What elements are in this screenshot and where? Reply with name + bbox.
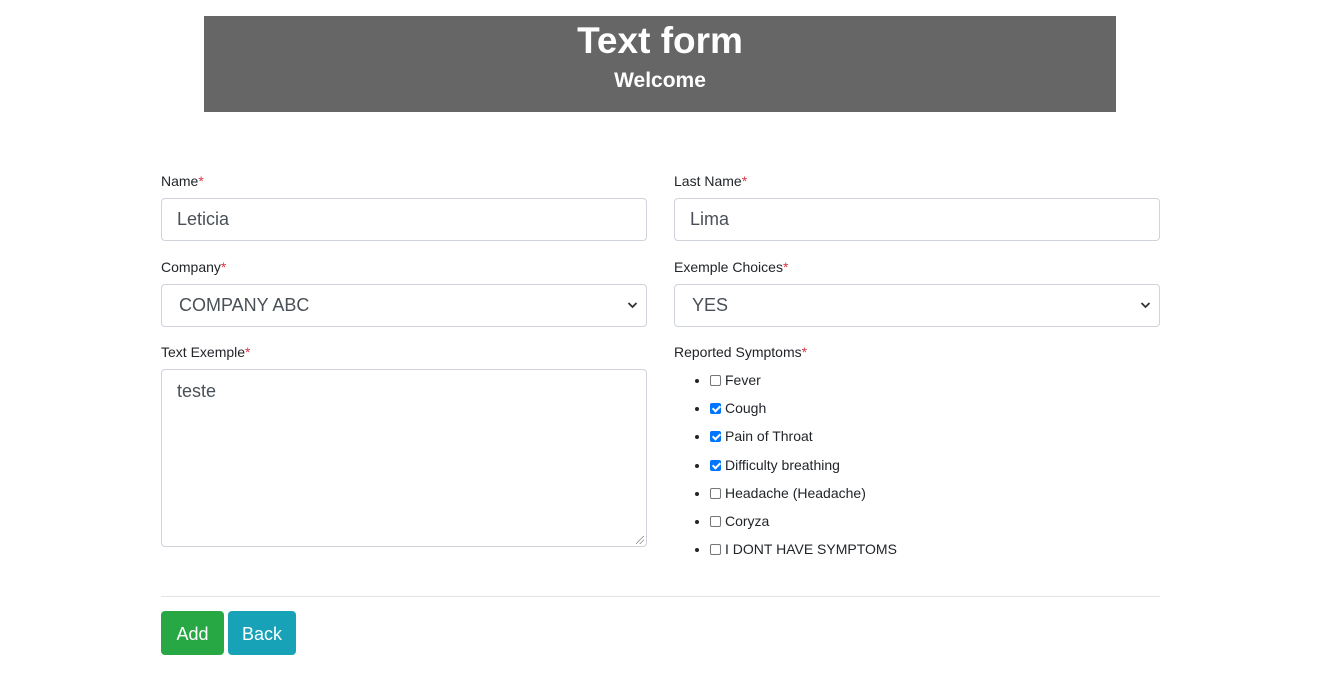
symptoms-field-group: Reported Symptoms* Fever Cough Pain of T… xyxy=(674,343,1160,565)
symptom-item-coryza: Coryza xyxy=(710,509,1160,537)
form-divider xyxy=(161,596,1160,597)
symptom-label: Coryza xyxy=(725,512,770,529)
symptom-checkbox[interactable] xyxy=(710,544,721,556)
last-name-label: Last Name* xyxy=(674,173,748,189)
exemple-choices-label: Exemple Choices* xyxy=(674,259,789,275)
page-title: Text form xyxy=(577,20,743,61)
symptom-label: Headache (Headache) xyxy=(725,484,866,501)
symptom-label: Pain of Throat xyxy=(725,428,813,445)
name-label: Name* xyxy=(161,173,204,189)
exemple-choices-field-group: Exemple Choices* YES xyxy=(674,258,1160,327)
text-exemple-value: teste xyxy=(177,381,217,401)
symptom-checkbox[interactable] xyxy=(710,515,721,527)
required-marker: * xyxy=(801,344,808,360)
symptom-checkbox[interactable] xyxy=(710,459,721,471)
required-marker: * xyxy=(245,344,251,360)
required-marker: * xyxy=(782,259,789,275)
text-exemple-label: Text Exemple* xyxy=(161,344,251,360)
last-name-input[interactable]: Lima xyxy=(674,198,1160,241)
symptom-label: Fever xyxy=(725,372,761,388)
required-marker: * xyxy=(198,173,204,189)
company-select[interactable]: COMPANY ABC xyxy=(161,284,647,327)
company-label: Company* xyxy=(161,259,227,275)
symptom-checkbox[interactable] xyxy=(710,431,721,443)
company-field-group: Company* COMPANY ABC xyxy=(161,258,647,327)
symptom-item-cough: Cough xyxy=(710,396,1160,424)
symptoms-list: Fever Cough Pain of Throat Difficulty br… xyxy=(674,368,1160,565)
page-subtitle: Welcome xyxy=(614,69,706,92)
symptom-label: Difficulty breathing xyxy=(725,456,840,473)
required-marker: * xyxy=(741,173,748,189)
exemple-choices-selected-value: YES xyxy=(692,295,729,315)
symptom-checkbox[interactable] xyxy=(710,487,721,499)
symptom-item-pain-of-throat: Pain of Throat xyxy=(710,424,1160,452)
name-field-group: Name* Leticia xyxy=(161,172,647,241)
exemple-choices-select[interactable]: YES xyxy=(674,284,1160,327)
resize-grip-icon[interactable] xyxy=(636,536,644,544)
symptom-checkbox[interactable] xyxy=(710,403,721,415)
symptom-item-fever: Fever xyxy=(710,368,1160,396)
chevron-down-icon xyxy=(1140,285,1151,344)
company-selected-value: COMPANY ABC xyxy=(179,295,310,315)
symptom-label: I DONT HAVE SYMPTOMS xyxy=(725,541,897,558)
page-header: Text form Welcome xyxy=(204,16,1116,112)
symptom-item-no-symptoms: I DONT HAVE SYMPTOMS xyxy=(710,537,1160,565)
symptoms-label: Reported Symptoms* xyxy=(674,344,808,360)
add-button[interactable]: Add xyxy=(161,611,224,655)
back-button[interactable]: Back xyxy=(228,611,296,655)
symptom-item-headache: Headache (Headache) xyxy=(710,481,1160,509)
chevron-down-icon xyxy=(627,285,638,344)
name-input[interactable]: Leticia xyxy=(161,198,647,241)
text-exemple-textarea[interactable]: teste xyxy=(161,369,647,547)
symptom-item-difficulty-breathing: Difficulty breathing xyxy=(710,453,1160,481)
symptom-checkbox[interactable] xyxy=(710,375,721,386)
last-name-field-group: Last Name* Lima xyxy=(674,172,1160,241)
text-exemple-field-group: Text Exemple* teste xyxy=(161,343,647,547)
required-marker: * xyxy=(220,259,227,275)
symptom-label: Cough xyxy=(725,400,767,417)
